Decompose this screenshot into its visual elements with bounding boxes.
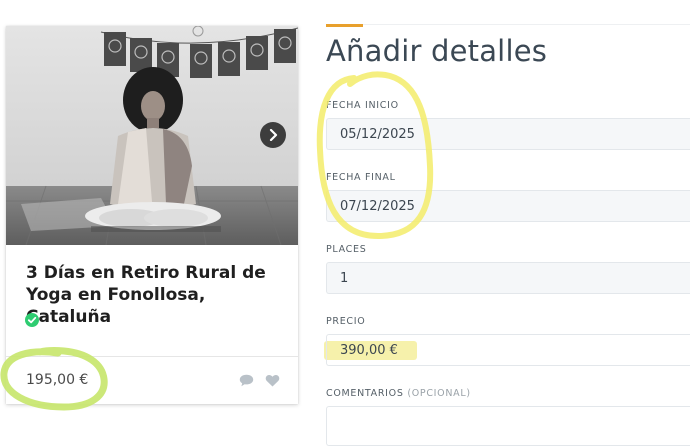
price-input[interactable] <box>326 334 690 366</box>
retreat-photo[interactable] <box>6 26 298 245</box>
retreat-card[interactable]: 3 Días en Retiro Rural de Yoga en Fonoll… <box>6 26 298 404</box>
comments-label: COMENTARIOS (OPCIONAL) <box>326 388 471 399</box>
verified-check-icon <box>25 313 39 327</box>
start-date-input[interactable] <box>326 118 690 150</box>
places-label: PLACES <box>326 244 367 255</box>
carousel-next-button[interactable] <box>260 122 286 148</box>
end-date-input[interactable] <box>326 190 690 222</box>
top-divider <box>363 24 690 25</box>
retreat-title[interactable]: 3 Días en Retiro Rural de Yoga en Fonoll… <box>26 262 288 328</box>
listing-price: 195,00 € <box>26 372 89 388</box>
chevron-right-icon <box>269 129 278 141</box>
price-label: PRECIO <box>326 316 366 327</box>
card-divider <box>6 356 298 357</box>
optional-tag: (OPCIONAL) <box>407 388 471 399</box>
comments-label-text: COMENTARIOS <box>326 388 404 399</box>
title-accent-bar <box>326 24 363 27</box>
form-title: Añadir detalles <box>326 34 548 68</box>
heart-icon[interactable] <box>265 374 280 387</box>
comments-input[interactable] <box>326 406 690 446</box>
places-input[interactable] <box>326 262 690 294</box>
start-date-label: FECHA INICIO <box>326 100 399 111</box>
end-date-label: FECHA FINAL <box>326 172 396 183</box>
comment-icon[interactable] <box>239 374 254 387</box>
